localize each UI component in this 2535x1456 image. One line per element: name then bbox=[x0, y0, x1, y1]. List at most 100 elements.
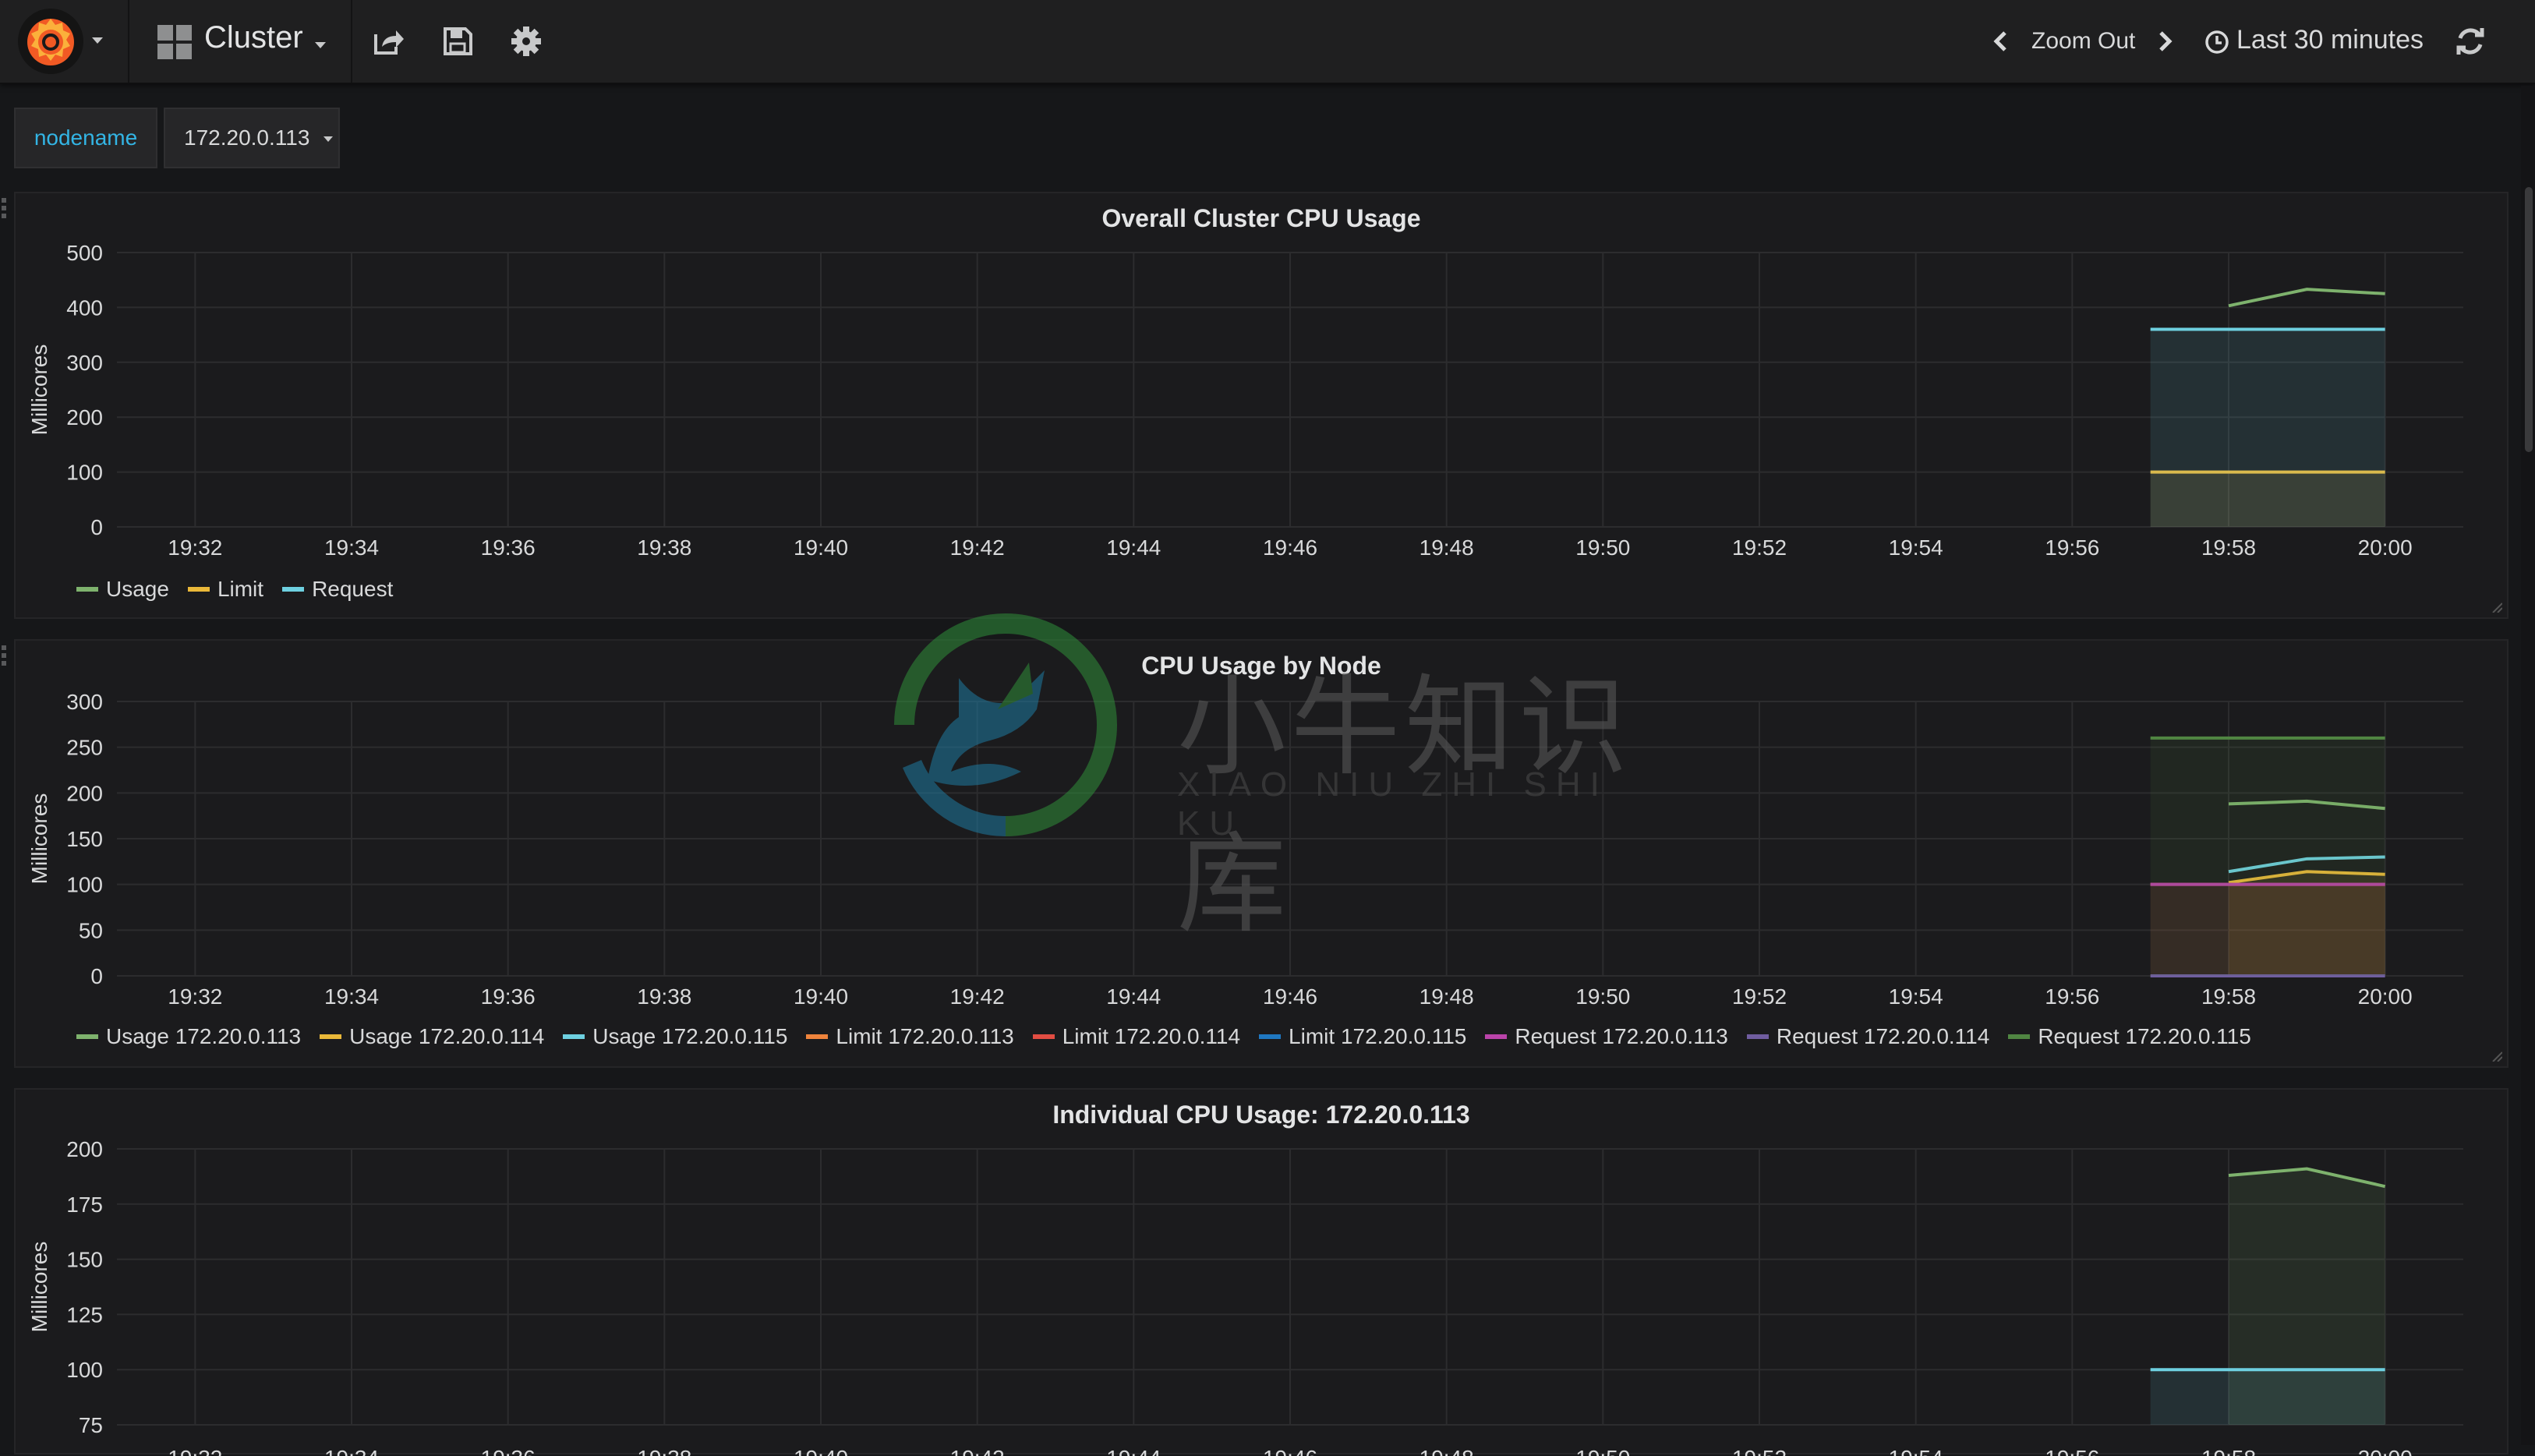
share-icon[interactable] bbox=[369, 23, 405, 59]
scrollbar-thumb[interactable] bbox=[2525, 187, 2533, 452]
dashboard-title-caret-icon[interactable] bbox=[315, 42, 326, 48]
series-area bbox=[2150, 329, 2385, 527]
chart-legend: Usage 172.20.0.113 Usage 172.20.0.114 Usag… bbox=[76, 1024, 2270, 1049]
x-tick-label: 19:52 bbox=[1732, 984, 1787, 1009]
legend-swatch bbox=[76, 586, 98, 592]
x-tick-label: 19:58 bbox=[2201, 984, 2256, 1009]
chart-area: 0 100 200 300 400 500 19:32 19:34 19:36 19:38 19:4… bbox=[27, 241, 2463, 560]
y-axis-label: Millicores bbox=[27, 793, 51, 885]
panel-drag-handle[interactable] bbox=[2, 645, 9, 673]
legend-item[interactable]: Limit bbox=[187, 577, 264, 602]
legend-label: Limit bbox=[217, 577, 264, 601]
x-tick-label: 19:38 bbox=[637, 1446, 691, 1456]
x-tick-label: 19:36 bbox=[481, 535, 536, 560]
legend-swatch bbox=[282, 586, 305, 592]
x-tick-label: 19:38 bbox=[637, 535, 691, 560]
top-navbar: Cluster Zoom Out Last 30 minutes bbox=[0, 0, 2535, 84]
watermark-logo-icon bbox=[894, 613, 1117, 836]
legend-item[interactable]: Request bbox=[282, 577, 393, 602]
x-tick-label: 19:56 bbox=[2045, 535, 2099, 560]
resize-handle-icon[interactable] bbox=[2490, 600, 2502, 613]
legend-item[interactable]: Usage 172.20.0.114 bbox=[320, 1024, 544, 1049]
panel-drag-handle[interactable] bbox=[2, 198, 9, 226]
y-tick-label: 0 bbox=[90, 964, 103, 988]
chevron-left-icon[interactable] bbox=[1988, 28, 2014, 55]
x-tick-label: 19:38 bbox=[637, 984, 691, 1009]
resize-handle-icon[interactable] bbox=[2490, 1049, 2502, 1062]
legend-item[interactable]: Limit 172.20.0.115 bbox=[1259, 1024, 1466, 1049]
series-area bbox=[2150, 737, 2385, 976]
x-tick-label: 19:48 bbox=[1420, 984, 1474, 1009]
y-axis-label: Millicores bbox=[27, 345, 51, 436]
x-tick-label: 19:44 bbox=[1106, 1446, 1161, 1456]
dropdown-caret-icon bbox=[324, 136, 334, 142]
x-tick-label: 19:48 bbox=[1420, 535, 1474, 560]
legend-swatch bbox=[1746, 1034, 1769, 1039]
chart-legend: Usage Limit Request bbox=[76, 577, 412, 602]
legend-item[interactable]: Usage 172.20.0.115 bbox=[563, 1024, 787, 1049]
legend-swatch bbox=[1485, 1034, 1508, 1039]
legend-item[interactable]: Usage 172.20.0.113 bbox=[76, 1024, 301, 1049]
y-tick-label: 100 bbox=[66, 1358, 103, 1382]
x-tick-label: 19:54 bbox=[1889, 535, 1943, 560]
legend-swatch bbox=[1259, 1034, 1282, 1039]
x-tick-label: 19:56 bbox=[2045, 984, 2099, 1009]
y-tick-label: 0 bbox=[90, 515, 103, 539]
y-axis-label: Millicores bbox=[27, 1242, 51, 1333]
cpu-usage-panel: Overall Cluster CPU Usage 0 100 200 300 400 5… bbox=[14, 192, 2508, 619]
refresh-icon[interactable] bbox=[2454, 25, 2487, 58]
x-tick-label: 20:00 bbox=[2358, 1446, 2413, 1456]
grafana-logo-icon[interactable] bbox=[17, 8, 84, 75]
dashboard-title[interactable]: Cluster bbox=[204, 20, 303, 55]
navbar-divider bbox=[351, 0, 352, 83]
x-tick-label: 19:46 bbox=[1263, 984, 1317, 1009]
x-tick-label: 19:36 bbox=[481, 984, 536, 1009]
x-tick-label: 19:56 bbox=[2045, 1446, 2099, 1456]
legend-swatch bbox=[76, 1034, 98, 1039]
legend-label: Usage 172.20.0.114 bbox=[349, 1024, 545, 1048]
x-tick-label: 20:00 bbox=[2358, 984, 2413, 1009]
legend-item[interactable]: Request 172.20.0.114 bbox=[1746, 1024, 1989, 1049]
x-tick-label: 19:40 bbox=[794, 535, 848, 560]
x-tick-label: 19:40 bbox=[794, 984, 848, 1009]
y-tick-label: 75 bbox=[79, 1413, 103, 1437]
logo-caret-icon[interactable] bbox=[92, 37, 103, 44]
legend-item[interactable]: Usage bbox=[76, 577, 169, 602]
legend-label: Limit 172.20.0.114 bbox=[1062, 1024, 1241, 1048]
x-tick-label: 19:42 bbox=[950, 535, 1005, 560]
y-tick-label: 50 bbox=[79, 918, 103, 942]
save-icon[interactable] bbox=[440, 23, 476, 59]
legend-item[interactable]: Limit 172.20.0.114 bbox=[1032, 1024, 1241, 1049]
zoom-out-button[interactable]: Zoom Out bbox=[2031, 28, 2135, 55]
x-tick-label: 19:36 bbox=[481, 1446, 536, 1456]
x-tick-label: 19:34 bbox=[324, 535, 379, 560]
dashboard-grid-icon bbox=[157, 25, 193, 61]
x-tick-label: 19:54 bbox=[1889, 984, 1943, 1009]
y-tick-label: 200 bbox=[66, 405, 103, 429]
legend-swatch bbox=[187, 586, 210, 592]
y-tick-label: 150 bbox=[66, 827, 103, 851]
x-tick-label: 19:54 bbox=[1889, 1446, 1943, 1456]
legend-item[interactable]: Limit 172.20.0.113 bbox=[806, 1024, 1014, 1049]
legend-label: Usage bbox=[106, 577, 169, 601]
page-scrollbar[interactable] bbox=[2521, 86, 2535, 1445]
chevron-right-icon[interactable] bbox=[2151, 28, 2178, 55]
y-tick-label: 300 bbox=[66, 690, 103, 714]
series-line bbox=[2228, 288, 2385, 308]
legend-swatch bbox=[2008, 1034, 2031, 1039]
navbar-divider bbox=[128, 0, 129, 83]
x-tick-label: 19:50 bbox=[1575, 1446, 1630, 1456]
time-range-picker[interactable]: Last 30 minutes bbox=[2236, 25, 2424, 55]
settings-icon[interactable] bbox=[508, 23, 544, 59]
y-tick-label: 400 bbox=[66, 295, 103, 320]
legend-item[interactable]: Request 172.20.0.115 bbox=[2008, 1024, 2251, 1049]
y-tick-label: 150 bbox=[66, 1248, 103, 1272]
x-tick-label: 19:40 bbox=[794, 1446, 848, 1456]
x-tick-label: 19:34 bbox=[324, 1446, 379, 1456]
legend-item[interactable]: Request 172.20.0.113 bbox=[1485, 1024, 1728, 1049]
legend-label: Request 172.20.0.113 bbox=[1515, 1024, 1728, 1048]
x-tick-label: 19:52 bbox=[1732, 535, 1787, 560]
x-tick-label: 19:32 bbox=[168, 535, 222, 560]
template-variable-dropdown[interactable]: 172.20.0.113 bbox=[164, 108, 340, 168]
x-tick-label: 19:58 bbox=[2201, 1446, 2256, 1456]
